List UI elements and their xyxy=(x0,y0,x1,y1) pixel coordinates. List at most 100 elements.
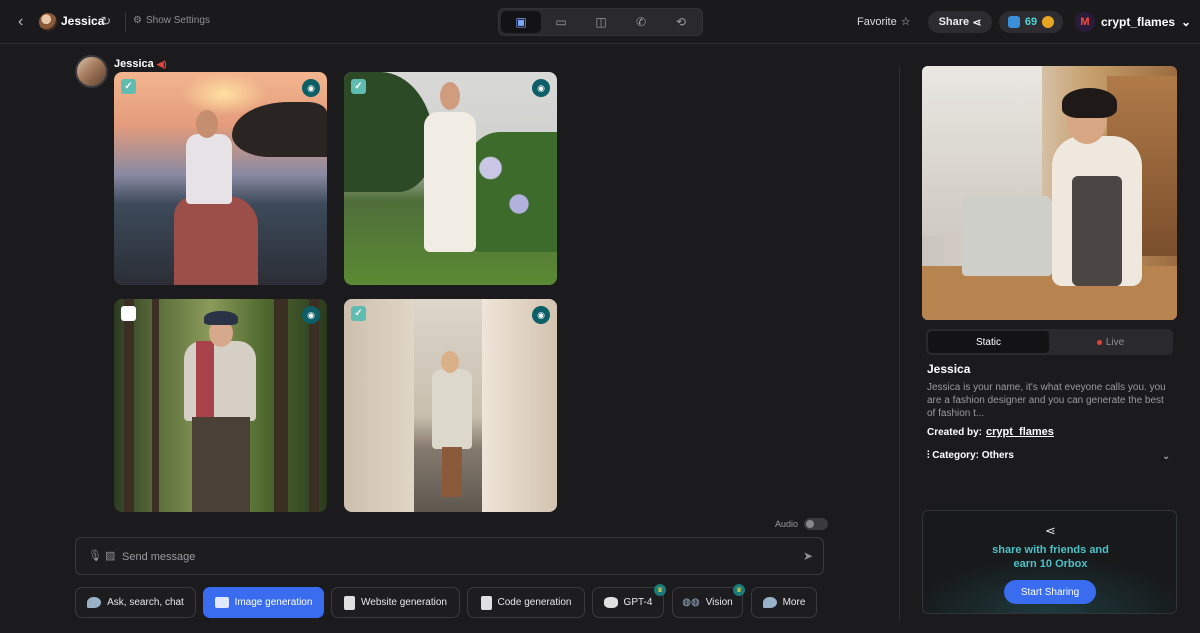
speaker-icon[interactable]: ◀) xyxy=(157,59,167,69)
user-avatar: M xyxy=(1075,12,1095,32)
chat-bubble-icon xyxy=(87,597,102,608)
image-detail xyxy=(186,134,232,204)
favorite-label: Favorite xyxy=(857,16,897,28)
image-detail xyxy=(232,102,327,157)
mode-label: More xyxy=(782,597,806,608)
toggle-switch[interactable] xyxy=(804,518,829,530)
image-detail xyxy=(442,447,462,497)
image-detail xyxy=(1072,176,1122,286)
tab-static[interactable]: Static xyxy=(928,331,1049,353)
image-detail xyxy=(196,110,218,138)
created-by: Created by: crypt_flames xyxy=(927,426,1054,438)
image-detail xyxy=(174,196,258,285)
mode-chip-code[interactable]: Code generation xyxy=(467,587,585,618)
generated-image[interactable]: ◉ xyxy=(114,299,327,512)
sender-avatar xyxy=(75,55,108,88)
share-icon: ⋖ xyxy=(972,16,982,29)
coin-count: 69 xyxy=(1024,16,1038,28)
category-label: Category: Others xyxy=(932,450,1014,461)
category[interactable]: ⫶ Category: Others xyxy=(927,450,1014,461)
mode-chip-website[interactable]: Website generation xyxy=(331,587,460,618)
message-box: 🎙 ▨ ➤ xyxy=(75,537,824,575)
promo-line-1: share with friends and xyxy=(992,544,1109,556)
microphone-icon[interactable]: 🎙 xyxy=(88,550,102,562)
image-detail xyxy=(1062,88,1117,118)
bot-cover-image xyxy=(922,66,1177,320)
generated-image[interactable]: ✓ ◉ xyxy=(344,299,557,512)
mode-chip-ask[interactable]: Ask, search, chat xyxy=(75,587,196,618)
send-icon[interactable]: ➤ xyxy=(803,549,813,563)
favorite-button[interactable]: Favorite ☆ xyxy=(857,15,911,28)
show-settings-button[interactable]: ⚙ Show Settings xyxy=(133,15,210,26)
image-detail xyxy=(962,196,1052,276)
start-sharing-button[interactable]: Start Sharing xyxy=(1004,580,1096,604)
phone-icon[interactable]: ✆ xyxy=(621,11,661,33)
creator-link[interactable]: crypt_flames xyxy=(986,426,1054,438)
image-detail xyxy=(440,82,460,110)
profile-name: Jessica xyxy=(927,362,971,376)
mode-label: Ask, search, chat xyxy=(107,597,184,608)
select-checkbox[interactable]: ✓ xyxy=(351,306,366,321)
image-detail xyxy=(462,132,557,252)
static-live-toggle: Static Live xyxy=(926,329,1173,355)
divider xyxy=(125,12,126,32)
share-promo-card: ⋖ share with friends and earn 10 Orbox St… xyxy=(922,510,1177,614)
eye-icon[interactable]: ◉ xyxy=(532,79,550,97)
tab-live[interactable]: Live xyxy=(1050,331,1171,353)
chevron-down-icon[interactable]: ⌄ xyxy=(1162,451,1170,462)
image-detail xyxy=(432,369,472,449)
select-checkbox[interactable] xyxy=(121,306,136,321)
share-icon: ⋖ xyxy=(1045,523,1056,538)
gear-icon: ⚙ xyxy=(133,15,142,26)
panel-divider xyxy=(899,66,900,621)
orbox-icon xyxy=(1007,16,1020,28)
bot-avatar[interactable] xyxy=(39,13,57,31)
audio-toggle[interactable]: Audio xyxy=(775,518,829,530)
split-view-icon[interactable]: ▣ xyxy=(501,11,541,33)
profile-description: Jessica is your name, it's what eveyone … xyxy=(927,382,1166,419)
sidebar-icon[interactable]: ◫ xyxy=(581,11,621,33)
mode-label: Website generation xyxy=(361,597,447,608)
top-bar: ‹ Jessica ↻ ⚙ Show Settings ▣ ▭ ◫ ✆ ⟲ Fav… xyxy=(0,0,1200,44)
message-input[interactable] xyxy=(122,549,782,565)
chat-icon[interactable]: ▭ xyxy=(541,11,581,33)
eye-icon[interactable]: ◉ xyxy=(302,306,320,324)
image-detail xyxy=(482,299,557,512)
image-detail xyxy=(441,351,459,373)
share-button[interactable]: Share ⋖ xyxy=(928,11,992,33)
image-detail xyxy=(152,299,159,512)
coin-balance[interactable]: 69 xyxy=(999,11,1063,33)
select-checkbox[interactable]: ✓ xyxy=(121,79,136,94)
coin-icon xyxy=(1042,16,1055,28)
username: crypt_flames xyxy=(1101,15,1176,29)
eye-icon[interactable]: ◉ xyxy=(532,306,550,324)
mode-chip-vision[interactable]: ◍◍ Vision ♛ xyxy=(672,584,745,618)
image-icon xyxy=(214,597,229,608)
history-icon[interactable]: ⟲ xyxy=(661,11,701,33)
crown-icon: ♛ xyxy=(654,584,666,596)
select-checkbox[interactable]: ✓ xyxy=(351,79,366,94)
view-toggle: ▣ ▭ ◫ ✆ ⟲ xyxy=(498,8,703,36)
image-detail xyxy=(124,299,134,512)
mode-chip-more[interactable]: More xyxy=(751,587,817,618)
chevron-left-icon[interactable]: ‹ xyxy=(18,13,34,31)
refresh-icon[interactable]: ↻ xyxy=(101,14,111,28)
glasses-icon: ◍◍ xyxy=(682,597,700,608)
bot-name[interactable]: Jessica xyxy=(61,14,104,28)
image-icon[interactable]: ▨ xyxy=(105,550,115,562)
chevron-down-icon: ⌄ xyxy=(1181,15,1192,29)
generated-image[interactable]: ✓ ◉ xyxy=(344,72,557,285)
star-icon: ☆ xyxy=(900,16,911,28)
promo-text: share with friends and earn 10 Orbox xyxy=(923,543,1178,571)
mode-chip-gpt4[interactable]: GPT-4 ♛ xyxy=(592,584,666,618)
share-label: Share xyxy=(938,16,970,28)
sender-name-label: Jessica xyxy=(114,58,154,70)
attachment-icons: 🎙 ▨ xyxy=(88,549,115,562)
eye-icon[interactable]: ◉ xyxy=(302,79,320,97)
user-menu[interactable]: Mcrypt_flames ⌄ xyxy=(1075,11,1191,33)
generated-image[interactable]: ✓ ◉ xyxy=(114,72,327,285)
image-detail xyxy=(274,299,288,512)
mode-chip-image[interactable]: Image generation xyxy=(203,587,324,618)
mode-label: Image generation xyxy=(234,597,313,608)
mode-label: GPT-4 xyxy=(623,597,653,608)
